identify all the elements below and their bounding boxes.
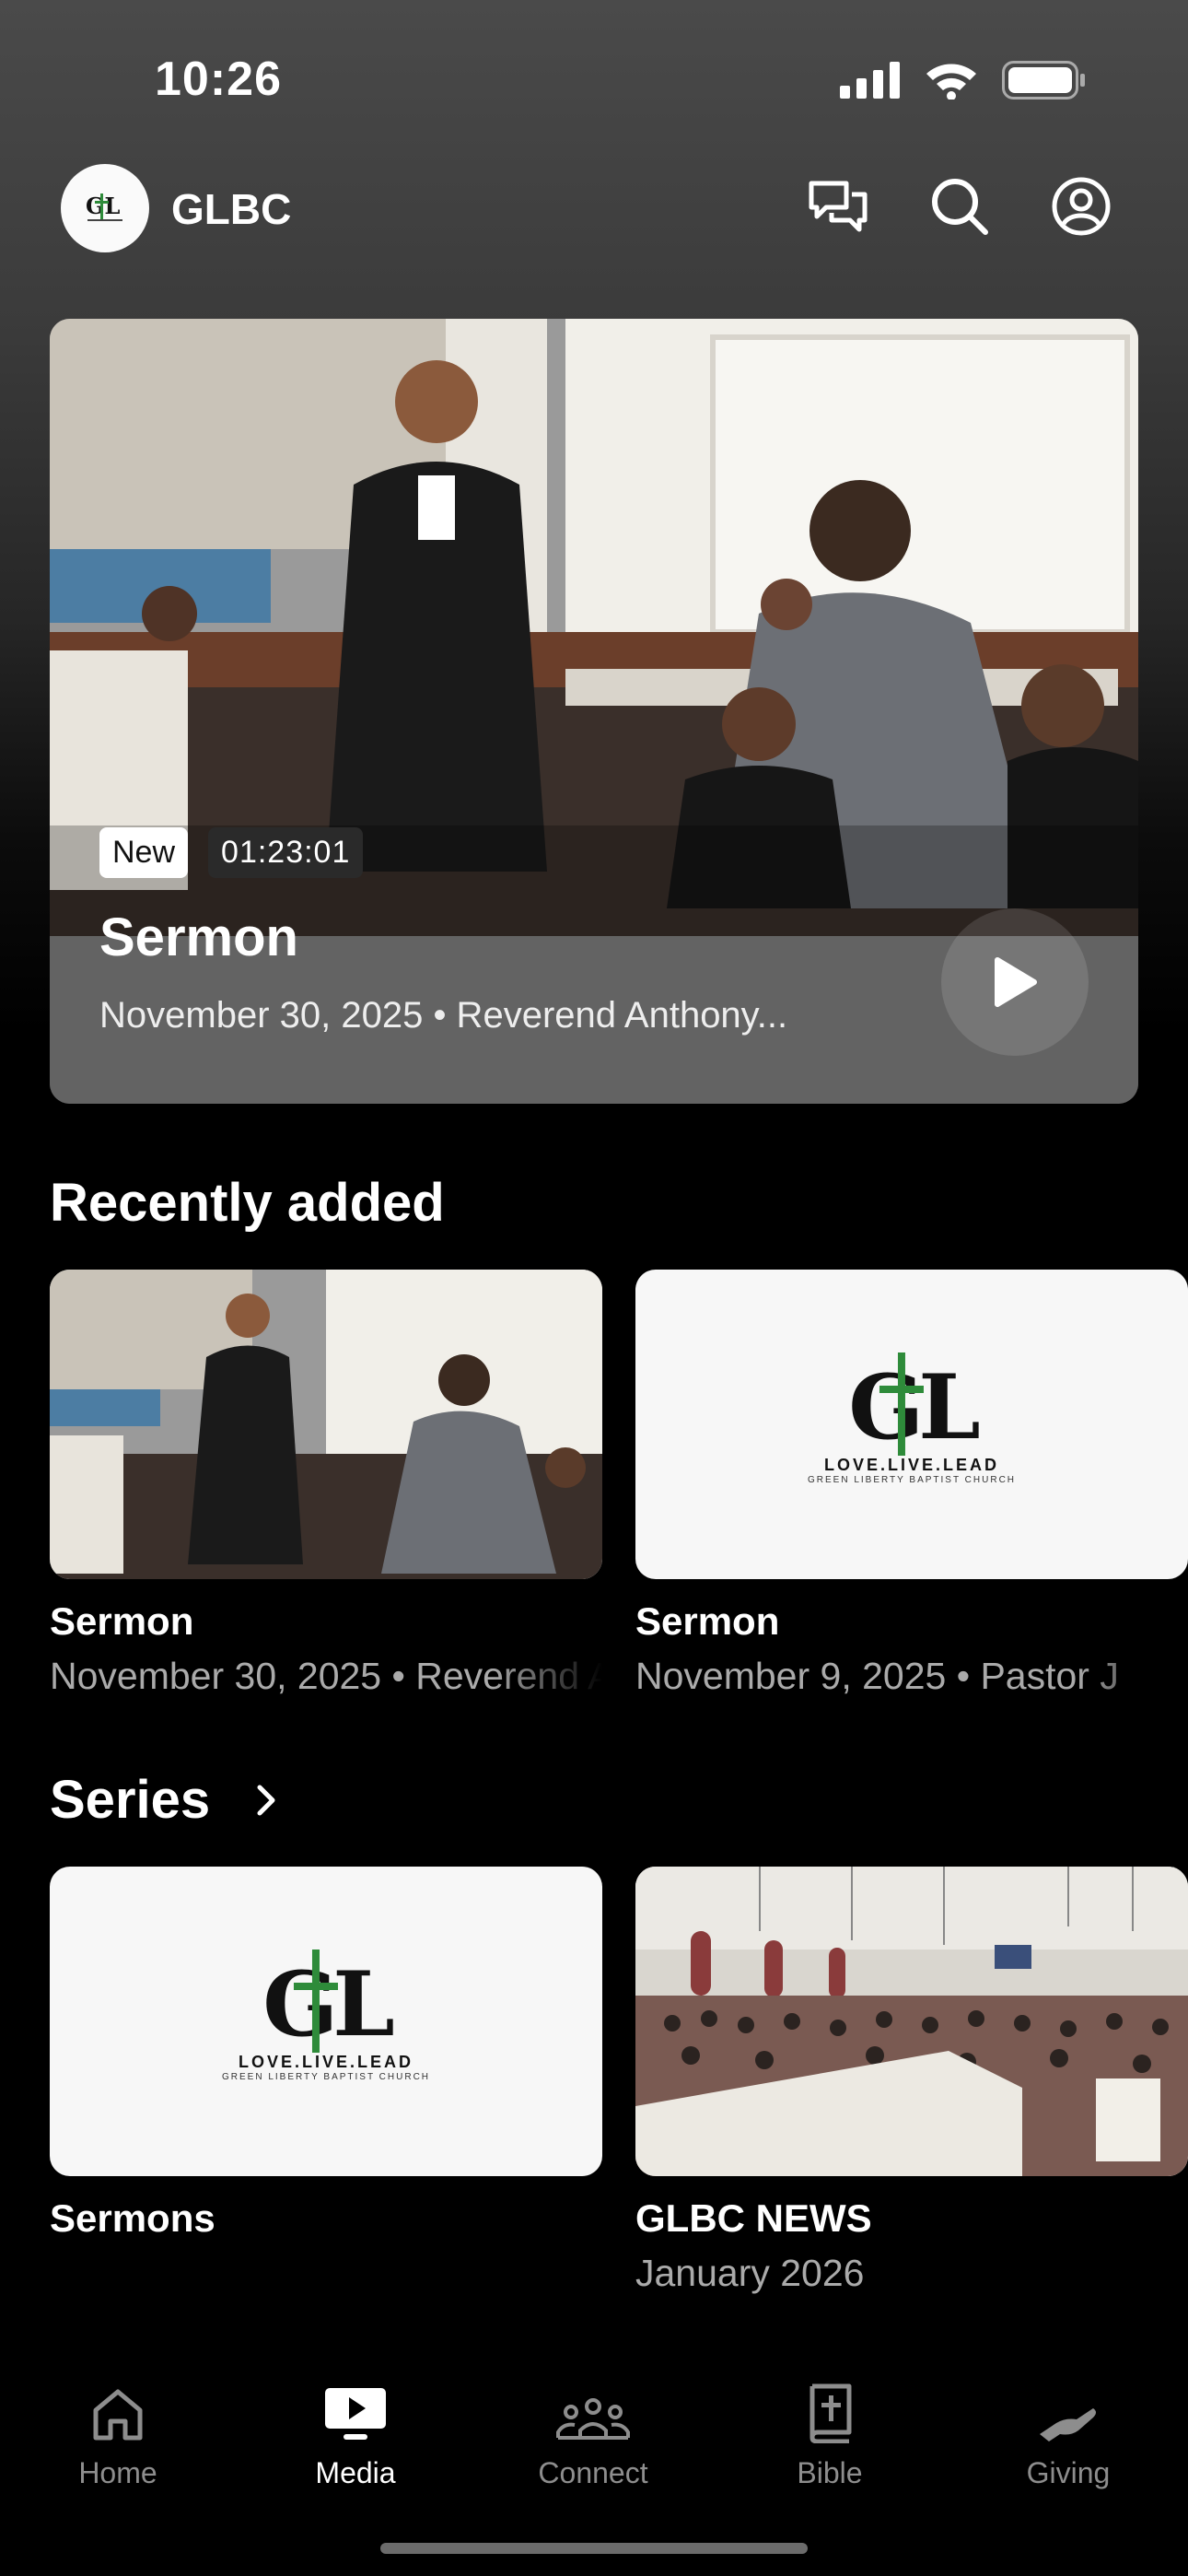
play-button[interactable] xyxy=(941,908,1089,1056)
glbc-logo-thumbnail: GL LOVE.LIVE.LEAD GREEN LIBERTY BAPTIST … xyxy=(635,1270,1188,1579)
status-icons xyxy=(840,61,1087,100)
sermons-series-thumbnail: GL LOVE.LIVE.LEAD GREEN LIBERTY BAPTIST … xyxy=(50,1867,602,2176)
brand-name: GLBC xyxy=(171,185,292,233)
search-icon xyxy=(932,179,988,235)
tab-home[interactable]: Home xyxy=(26,2370,210,2490)
home-icon xyxy=(93,2389,143,2441)
card-subtitle: November 30, 2025 • Reverend Anthony xyxy=(50,1655,602,1697)
recently-added-card[interactable]: Sermon November 30, 2025 • Reverend Anth… xyxy=(50,1270,602,1698)
glbc-logo-mark: GL xyxy=(848,1352,981,1456)
app-header: GL GLBC xyxy=(0,157,1188,265)
card-title: Sermon xyxy=(50,1599,194,1643)
home-indicator xyxy=(380,2543,808,2554)
glbc-logo-mark: GL xyxy=(262,1950,395,2053)
new-badge: New xyxy=(99,827,189,878)
duration-badge: 01:23:01 xyxy=(208,827,364,878)
tab-label: Media xyxy=(315,2456,396,2489)
chevron-right-icon xyxy=(257,1785,275,1815)
people-icon xyxy=(556,2398,630,2440)
series-header[interactable]: Series xyxy=(50,1769,280,1831)
status-time: 10:26 xyxy=(155,53,282,106)
play-icon xyxy=(995,957,1037,1007)
tab-connect[interactable]: Connect xyxy=(501,2370,685,2490)
card-title: GLBC NEWS xyxy=(635,2196,872,2240)
tv-play-icon xyxy=(325,2388,386,2440)
status-bar: 10:26 xyxy=(0,0,1188,157)
messages-button[interactable] xyxy=(807,175,869,238)
glbc-logo-icon: GL xyxy=(86,193,122,221)
hero-title: Sermon xyxy=(99,907,298,967)
giving-icon xyxy=(1040,2408,1096,2441)
featured-sermon-card[interactable]: New 01:23:01 Sermon November 30, 2025 • … xyxy=(50,319,1138,1104)
series-heading: Series xyxy=(50,1770,211,1830)
tab-label: Connect xyxy=(538,2456,648,2489)
battery-icon xyxy=(1002,61,1085,100)
tab-bible[interactable]: Bible xyxy=(738,2370,922,2490)
glbc-logo: GL LOVE.LIVE.LEAD GREEN LIBERTY BAPTIST … xyxy=(807,1352,1017,1485)
series-card[interactable]: GL LOVE.LIVE.LEAD GREEN LIBERTY BAPTIST … xyxy=(50,1867,602,2241)
recent-sermon-thumbnail xyxy=(50,1270,602,1579)
profile-button[interactable] xyxy=(1050,175,1112,238)
card-title: Sermon xyxy=(635,1599,780,1643)
tab-media[interactable]: Media xyxy=(263,2370,448,2490)
bible-icon xyxy=(809,2383,852,2443)
church-logo-avatar[interactable]: GL xyxy=(61,164,149,252)
bottom-tab-bar: Home Media Connect Bible Giving xyxy=(0,2335,1188,2576)
hero-subtitle: November 30, 2025 • Reverend Anthony... xyxy=(99,995,788,1036)
wifi-icon xyxy=(926,64,976,100)
card-title: Sermons xyxy=(50,2196,215,2240)
glbc-news-thumbnail xyxy=(635,1867,1188,2176)
series-card[interactable]: GLBC NEWS January 2026 xyxy=(635,1867,1188,2295)
search-button[interactable] xyxy=(928,175,991,238)
card-subtitle: November 9, 2025 • Pastor J xyxy=(635,1655,1119,1697)
logo-church-name: GREEN LIBERTY BAPTIST CHURCH xyxy=(807,1475,1017,1485)
tab-label: Home xyxy=(78,2456,157,2489)
tab-label: Bible xyxy=(797,2456,863,2489)
logo-church-name: GREEN LIBERTY BAPTIST CHURCH xyxy=(221,2072,431,2082)
chat-bubbles-icon xyxy=(809,181,868,232)
tab-giving[interactable]: Giving xyxy=(976,2370,1160,2490)
recently-added-heading: Recently added xyxy=(50,1173,445,1233)
account-circle-icon xyxy=(1052,177,1111,236)
glbc-logo: GL LOVE.LIVE.LEAD GREEN LIBERTY BAPTIST … xyxy=(221,1950,431,2082)
card-subtitle: January 2026 xyxy=(635,2252,865,2294)
recently-added-card[interactable]: GL LOVE.LIVE.LEAD GREEN LIBERTY BAPTIST … xyxy=(635,1270,1188,1698)
tab-label: Giving xyxy=(1026,2456,1111,2489)
cellular-signal-icon xyxy=(840,62,900,99)
